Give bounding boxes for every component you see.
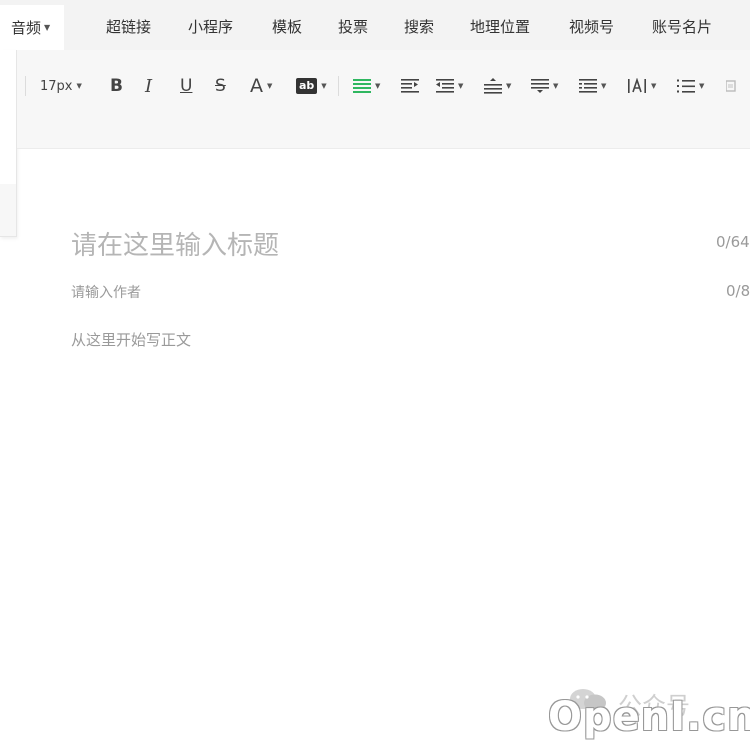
bullet-list-button[interactable]: ▼ [677,72,704,100]
bold-icon: B [110,76,123,96]
chevron-down-icon: ▼ [267,82,273,90]
menu-item-template[interactable]: 模板 [272,16,302,37]
chevron-down-icon: ▼ [76,82,82,90]
menu-item-video-channel[interactable]: 视频号 [569,16,614,37]
title-input[interactable]: 请在这里输入标题 [71,225,279,262]
indent-button[interactable] [401,72,419,100]
author-char-count: 0/8 [726,282,750,300]
title-char-count: 0/64 [716,233,750,251]
underline-icon: U [180,76,193,96]
underline-button[interactable]: U [180,72,192,100]
more-toolbar-button[interactable] [726,72,740,100]
font-size-select[interactable]: 17px ▼ [40,72,82,100]
menu-item-location[interactable]: 地理位置 [470,16,530,37]
audio-dropdown-item[interactable] [0,184,16,236]
body-editor[interactable]: 从这里开始写正文 [71,329,191,350]
background-color-icon: ab [296,78,318,94]
chevron-down-icon: ▼ [601,82,607,90]
menu-item-vote[interactable]: 投票 [338,16,368,37]
paragraph-spacing-button[interactable]: ▼ [484,72,511,100]
line-height-icon [579,79,597,93]
menu-item-hyperlink[interactable]: 超链接 [106,16,151,37]
chevron-down-icon: ▼ [506,82,512,90]
strikethrough-icon: S [215,76,226,96]
chevron-down-icon: ▼ [699,82,705,90]
align-justify-icon [353,79,371,93]
format-toolbar: 17px ▼ B I U S A ▼ ab ▼ ▼ ▼ ▼ ▼ ▼ ▼ ▼ [17,50,750,149]
indent-icon [401,79,419,93]
toolbar-divider [25,76,26,96]
image-align-icon [726,80,736,92]
menu-item-account-card[interactable]: 账号名片 [652,16,712,37]
chevron-down-icon: ▼ [44,23,51,32]
background-color-button[interactable]: ab ▼ [296,72,327,100]
paragraph-after-spacing-button[interactable]: ▼ [531,72,558,100]
watermark-site: OpenI.cn [548,694,750,740]
chevron-down-icon: ▼ [375,82,381,90]
font-color-icon: A [250,75,263,97]
chevron-down-icon: ▼ [553,82,559,90]
menu-item-mini-program[interactable]: 小程序 [188,16,233,37]
menu-item-search[interactable]: 搜索 [404,16,434,37]
paragraph-after-spacing-icon [531,79,549,93]
bullet-list-icon [677,79,695,93]
align-button[interactable]: ▼ [353,72,380,100]
letter-spacing-icon [628,78,646,93]
bold-button[interactable]: B [110,72,123,100]
audio-dropdown-panel [0,50,17,237]
author-input[interactable]: 请输入作者 [71,282,141,302]
chevron-down-icon: ▼ [458,82,464,90]
menu-item-audio-label: 音频 [11,19,42,37]
font-color-button[interactable]: A ▼ [250,72,272,100]
menu-item-audio[interactable]: 音频 ▼ [0,5,64,50]
italic-icon: I [145,75,153,97]
font-size-value: 17px [40,78,73,94]
line-height-button[interactable]: ▼ [579,72,606,100]
insert-menu-bar: 音频 ▼ 超链接 小程序 模板 投票 搜索 地理位置 视频号 账号名片 [0,0,750,50]
outdent-button[interactable]: ▼ [436,72,463,100]
paragraph-spacing-icon [484,78,502,94]
italic-button[interactable]: I [145,72,152,100]
chevron-down-icon: ▼ [321,82,327,90]
outdent-icon [436,79,454,93]
toolbar-divider [338,76,339,96]
strikethrough-button[interactable]: S [215,72,226,100]
letter-spacing-button[interactable]: ▼ [627,72,656,100]
chevron-down-icon: ▼ [651,82,657,90]
